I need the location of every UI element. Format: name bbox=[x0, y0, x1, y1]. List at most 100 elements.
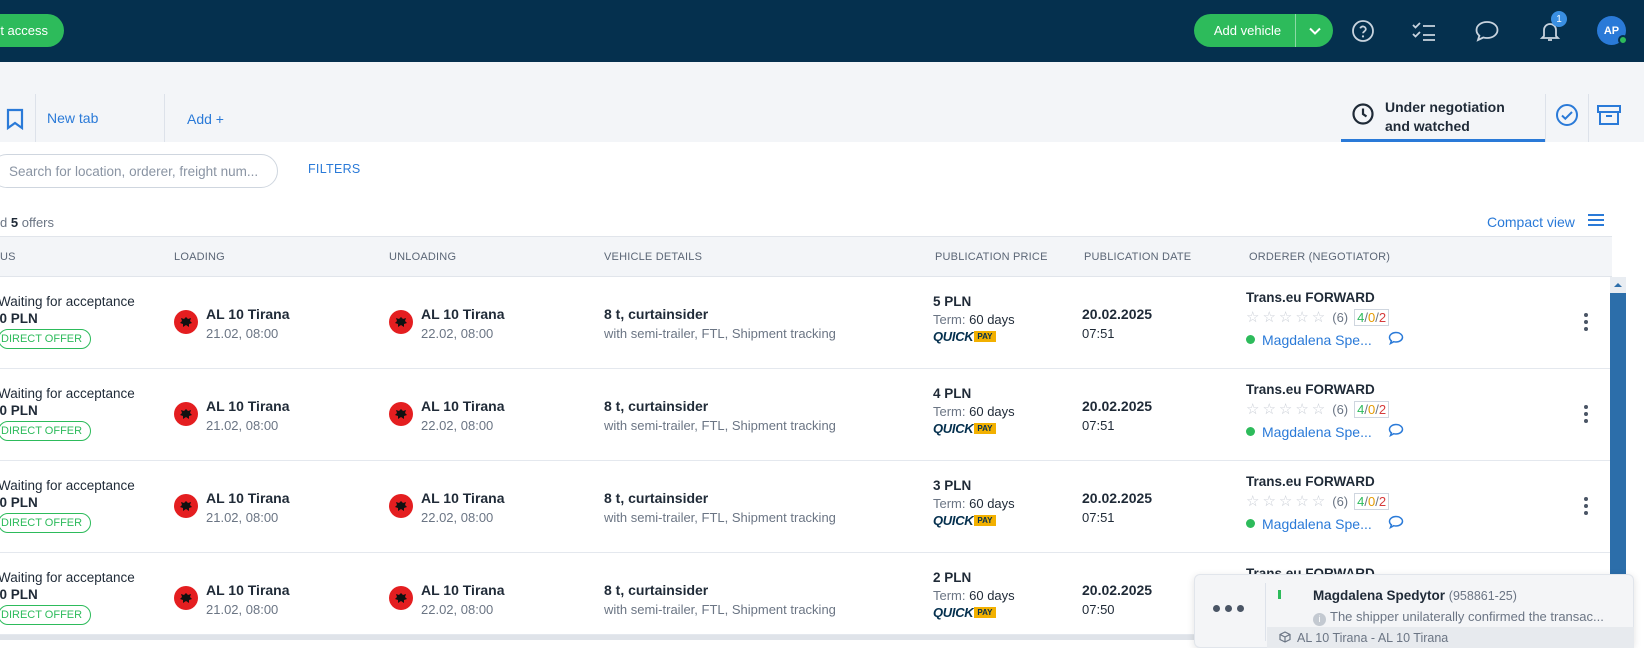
publication-price: 3 PLN bbox=[933, 478, 972, 493]
orderer-cell: Trans.eu FORWARD ☆☆☆☆☆ (6) 4/0/2 Magdale… bbox=[1246, 290, 1404, 348]
offers-prefix: d bbox=[0, 215, 8, 230]
quickpay-pay: PAY bbox=[974, 607, 996, 618]
offer-amount: 20 PLN bbox=[0, 587, 38, 602]
star-icons: ☆☆☆☆☆ bbox=[1246, 493, 1329, 510]
vehicle-details: with semi-trailer, FTL, Shipment trackin… bbox=[604, 602, 836, 617]
check-circle-icon[interactable] bbox=[1552, 100, 1582, 130]
rating: ☆☆☆☆☆ (6) 4/0/2 bbox=[1246, 308, 1404, 326]
tab-divider bbox=[164, 94, 165, 142]
vehicle-cell: 8 t, curtainsider with semi-trailer, FTL… bbox=[604, 582, 836, 617]
quickpay-quick: QUICK bbox=[933, 421, 974, 436]
column-vehicle-details[interactable]: VEHICLE DETAILS bbox=[604, 251, 702, 263]
column-publication-price[interactable]: PUBLICATION PRICE bbox=[935, 251, 1048, 263]
column-status[interactable]: US bbox=[0, 251, 16, 263]
price-cell: 5 PLN Term: 60 days QUICK PAY bbox=[933, 294, 1015, 344]
rating-summary: 4/0/2 bbox=[1354, 492, 1390, 510]
publication-price: 5 PLN bbox=[933, 294, 972, 309]
price-cell: 4 PLN Term: 60 days QUICK PAY bbox=[933, 386, 1015, 436]
unloading-place: AL 10 Tirana bbox=[421, 490, 505, 506]
rating-neutral: 0 bbox=[1368, 309, 1376, 325]
chat-icon[interactable] bbox=[1472, 16, 1502, 46]
term-value: 60 days bbox=[969, 312, 1015, 327]
tab-under-negotiation[interactable]: Under negotiation and watched bbox=[1341, 94, 1545, 142]
add-vehicle-button[interactable]: Add vehicle bbox=[1194, 14, 1333, 47]
clock-icon bbox=[1351, 102, 1375, 131]
chat-bubble-icon[interactable] bbox=[1388, 331, 1404, 348]
quickpay-pay: PAY bbox=[974, 331, 996, 342]
vehicle-title: 8 t, curtainsider bbox=[604, 306, 709, 322]
compact-view-toggle[interactable]: Compact view bbox=[1487, 213, 1605, 230]
payment-term: Term: 60 days bbox=[933, 312, 1015, 327]
online-status-dot bbox=[1618, 35, 1628, 45]
reviews-count: (6) bbox=[1332, 493, 1349, 509]
vehicle-cell: 8 t, curtainsider with semi-trailer, FTL… bbox=[604, 306, 836, 341]
chevron-down-icon[interactable] bbox=[1295, 14, 1333, 47]
term-label: Term: bbox=[933, 312, 966, 327]
loading-place: AL 10 Tirana bbox=[206, 398, 290, 414]
offers-count: d 5 offers bbox=[0, 215, 54, 230]
payment-term: Term: 60 days bbox=[933, 496, 1015, 511]
reviews-count: (6) bbox=[1332, 309, 1349, 325]
loading-cell: AL 10 Tirana 21.02, 08:00 bbox=[206, 490, 290, 525]
sender-name: Magdalena Spedytor bbox=[1313, 588, 1446, 603]
negotiator[interactable]: Magdalena Spe... bbox=[1246, 515, 1404, 532]
tab-new-tab[interactable]: New tab bbox=[47, 110, 98, 126]
more-options-icon[interactable] bbox=[1213, 605, 1244, 612]
tab-under-negotiation-label: Under negotiation and watched bbox=[1385, 98, 1505, 136]
column-publication-date[interactable]: PUBLICATION DATE bbox=[1084, 251, 1191, 263]
row-menu-icon[interactable] bbox=[1583, 405, 1589, 423]
toast-message: i The shipper unilaterally confirmed the … bbox=[1313, 609, 1604, 626]
orderer-name[interactable]: Trans.eu FORWARD bbox=[1246, 474, 1404, 489]
access-button-label: t access bbox=[0, 23, 48, 38]
quickpay-quick: QUICK bbox=[933, 605, 974, 620]
orderer-name[interactable]: Trans.eu FORWARD bbox=[1246, 382, 1404, 397]
help-icon[interactable] bbox=[1348, 16, 1378, 46]
vehicle-details: with semi-trailer, FTL, Shipment trackin… bbox=[604, 326, 836, 341]
table-row[interactable]: Waiting for acceptance 40 PLN DIRECT OFF… bbox=[0, 369, 1610, 461]
rating-positive: 4 bbox=[1357, 401, 1365, 417]
row-menu-icon[interactable] bbox=[1583, 313, 1589, 331]
date-cell: 20.02.2025 07:51 bbox=[1082, 490, 1152, 525]
notification-toast[interactable]: Magdalena Spedytor (958861-25) i The ship… bbox=[1194, 574, 1634, 648]
direct-offer-badge: DIRECT OFFER bbox=[0, 605, 92, 625]
archive-icon[interactable] bbox=[1594, 100, 1624, 130]
publication-time: 07:51 bbox=[1082, 418, 1115, 433]
online-dot bbox=[1246, 427, 1255, 436]
term-label: Term: bbox=[933, 588, 966, 603]
quickpay-pay: PAY bbox=[974, 423, 996, 434]
row-menu-icon[interactable] bbox=[1583, 497, 1589, 515]
publication-date: 20.02.2025 bbox=[1082, 398, 1153, 414]
unloading-date: 22.02, 08:00 bbox=[421, 602, 494, 617]
table-row[interactable]: Waiting for acceptance 50 PLN DIRECT OFF… bbox=[0, 277, 1610, 369]
scroll-up-arrow-icon[interactable] bbox=[1610, 277, 1626, 293]
albania-flag-icon bbox=[174, 402, 198, 426]
access-button[interactable]: t access bbox=[0, 14, 64, 47]
add-tab-button[interactable]: Add + bbox=[187, 111, 224, 127]
column-loading[interactable]: LOADING bbox=[174, 251, 225, 263]
column-unloading[interactable]: UNLOADING bbox=[389, 251, 456, 263]
loading-place: AL 10 Tirana bbox=[206, 582, 290, 598]
rating-summary: 4/0/2 bbox=[1354, 400, 1390, 418]
table-row[interactable]: Waiting for acceptance 30 PLN DIRECT OFF… bbox=[0, 461, 1610, 553]
tab-divider bbox=[1588, 94, 1589, 142]
albania-flag-icon bbox=[389, 402, 413, 426]
column-orderer[interactable]: ORDERER (NEGOTIATOR) bbox=[1249, 251, 1390, 263]
status-cell: Waiting for acceptance 20 PLN DIRECT OFF… bbox=[0, 570, 135, 625]
top-bar: t access Add vehicle 1 AP bbox=[0, 0, 1644, 62]
offer-amount: 40 PLN bbox=[0, 403, 38, 418]
search-input[interactable]: Search for location, orderer, freight nu… bbox=[0, 154, 278, 188]
filters-button[interactable]: FILTERS bbox=[308, 162, 361, 176]
orderer-name[interactable]: Trans.eu FORWARD bbox=[1246, 290, 1404, 305]
unloading-cell: AL 10 Tirana 22.02, 08:00 bbox=[421, 398, 505, 433]
rating-negative: 2 bbox=[1378, 401, 1387, 417]
bookmark-icon[interactable] bbox=[6, 108, 24, 135]
loading-date: 21.02, 08:00 bbox=[206, 510, 279, 525]
chat-bubble-icon[interactable] bbox=[1388, 423, 1404, 440]
status-text: Waiting for acceptance bbox=[0, 294, 135, 309]
negotiator[interactable]: Magdalena Spe... bbox=[1246, 423, 1404, 440]
chat-bubble-icon[interactable] bbox=[1388, 515, 1404, 532]
tasks-checklist-icon[interactable] bbox=[1409, 16, 1439, 46]
term-value: 60 days bbox=[969, 588, 1015, 603]
negotiator[interactable]: Magdalena Spe... bbox=[1246, 331, 1404, 348]
publication-date: 20.02.2025 bbox=[1082, 490, 1153, 506]
